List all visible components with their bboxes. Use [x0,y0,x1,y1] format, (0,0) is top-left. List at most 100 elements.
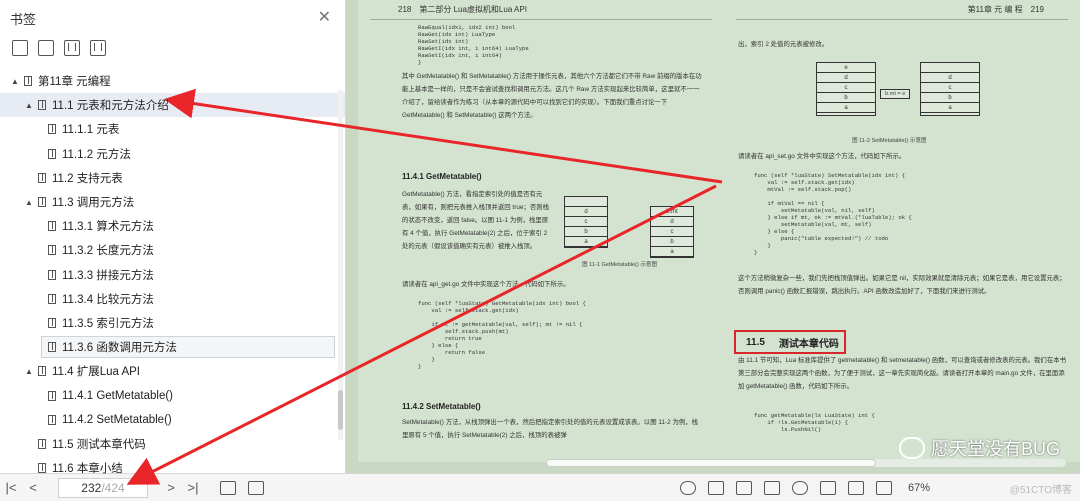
stack-cell: d [817,73,875,83]
toc-tree: ▲ 第11章 元编程 ▲ 11.1 元表和元方法介绍 11.1.1 元表 11.1.2 元… [0,69,345,480]
bookmark-icon [48,148,56,159]
stack-cell: b [817,93,875,103]
toc-item-label: 11.2 支持元表 [52,172,123,185]
toc-item[interactable]: 11.5 测试本章代码 [0,432,345,456]
section-heading: 11.4.2 SetMetatable() [402,402,481,411]
stack-cell [921,63,979,73]
first-page-icon[interactable]: |< [0,480,22,495]
toc-item[interactable]: 11.3.1 算术元方法 [0,214,345,238]
bookmark-icon[interactable] [90,40,106,56]
paragraph: 其中 GetMetatable() 和 SetMetatable() 方法用于操… [402,73,702,119]
stack-cell: a [817,103,875,113]
document-view[interactable]: 218 第二部分 Lua虚拟机和Lua API RawEqual(idx1, i… [346,0,1080,473]
current-page: 232 [81,480,102,495]
toc-item[interactable]: 11.3.6 函数调用元方法 [0,335,345,359]
sidebar-scrollbar[interactable] [338,90,343,440]
continuous-icon[interactable] [735,480,752,495]
bookmark-icon [48,293,56,304]
back-icon[interactable] [220,480,236,495]
forward-icon[interactable] [248,480,264,495]
section-heading-highlighted: 11.5 测试本章代码 [734,330,846,354]
bookmark-icon [24,76,32,87]
stack-cell: a [921,103,979,113]
paragraph: 这个方法稍微复杂一些，我们先把栈顶值弹出。如果它是 nil，实际效果就是清除元表… [738,275,1066,295]
toc-item[interactable]: 11.1.1 元表 [0,117,345,141]
toc-item[interactable]: ▲ 11.3 调用元方法 [0,190,345,214]
sidebar-header: 书签 ✕ [0,0,345,36]
toc-item[interactable]: 11.4.2 SetMetatable() [0,408,345,432]
bookmark-icon [48,269,56,280]
figure-stack-right: dcba [920,62,980,116]
scrollbar-thumb[interactable] [338,390,343,430]
bookmark-icon [48,221,56,232]
figure-label: b.mt = e [880,89,911,99]
scrollbar-thumb[interactable] [546,459,876,467]
page-header: 第11章 元 编 程 219 [736,0,1068,20]
stack-cell: b [651,237,693,247]
bookmark-icon [38,438,46,449]
paragraph: 请读者在 api_get.go 文件中实现这个方法，代码如下所示。 [402,281,570,288]
single-page-icon[interactable] [707,480,724,495]
toc-item-label: 11.3.5 索引元方法 [62,317,154,330]
stack-cell: a [565,237,607,247]
stack-cell: b [565,227,607,237]
toc-item-label: 11.1.2 元方法 [62,148,131,161]
expand-caret-icon[interactable]: ▲ [10,77,20,86]
toc-item-label: 11.3 调用元方法 [52,197,135,210]
section-number: 11.5 [746,336,765,348]
pdf-reader-app: 书签 ✕ ▲ 第11章 元编程 ▲ 11.1 元表和元方法介绍 11.1.1 元表 11.… [0,0,1080,501]
fit-page-icon[interactable] [819,480,836,495]
bookmark-icon [48,414,56,425]
figure-stack-left: dcba [564,196,608,248]
play-icon[interactable] [791,480,808,495]
paragraph: 请读者在 api_set.go 文件中实现这个方法，代码如下所示。 [738,153,906,160]
stack-cell: c [921,83,979,93]
collapse-all-icon[interactable] [38,40,54,56]
expand-caret-icon[interactable]: ▲ [24,101,34,110]
toc-item-label: 11.5 测试本章代码 [52,438,146,451]
stack-cell: c [565,217,607,227]
close-icon[interactable]: ✕ [318,10,331,26]
rotate-icon[interactable] [875,480,892,495]
expand-all-icon[interactable] [12,40,28,56]
toc-item-label: 11.4.2 SetMetatable() [62,413,172,426]
figure-caption: 图 11-2 SetMetatable() 示意图 [852,138,927,144]
toc-item[interactable]: 11.3.3 拼接元方法 [0,263,345,287]
double-page-icon[interactable] [763,480,780,495]
prev-page-icon[interactable]: < [22,480,44,495]
stack-cell: a [651,247,693,257]
expand-caret-icon[interactable]: ▲ [24,198,34,207]
code-block: func getMetatable(ls LuaState) int { if … [754,412,875,433]
toc-item-label: 11.6 本章小结 [52,463,123,476]
page-number: 218 [398,5,412,14]
eye-icon[interactable] [679,480,696,495]
toc-item[interactable]: 11.4.1 GetMetatable() [0,383,345,407]
expand-caret-icon[interactable]: ▲ [24,367,34,376]
toc-item-label: 11.1.1 元表 [62,124,120,137]
zoom-level[interactable]: 67% [908,482,930,494]
toc-item-label: 11.3.6 函数调用元方法 [62,342,177,355]
toc-item[interactable]: 11.1.2 元方法 [0,142,345,166]
toc-item[interactable]: ▲ 11.4 扩展Lua API [0,359,345,383]
last-page-icon[interactable]: >| [182,480,204,495]
toc-item[interactable]: ▲ 第11章 元编程 [0,69,345,93]
bookmark-icon [48,317,56,328]
code-block: func (self *luaState) SetMetatable(idx i… [754,172,912,256]
crop-icon[interactable] [847,480,864,495]
stack-cell: c [651,227,693,237]
next-page-icon[interactable]: > [160,480,182,495]
bookmark-icon [48,124,56,135]
toc-item-label: 11.4 扩展Lua API [52,366,141,379]
toc-item[interactable]: 11.2 支持元表 [0,166,345,190]
toc-item-label: 第11章 元编程 [38,76,111,89]
toc-item-label: 11.3.3 拼接元方法 [62,269,154,282]
toc-item[interactable]: ▲ 11.1 元表和元方法介绍 [0,93,345,118]
toc-item[interactable]: 11.3.4 比较元方法 [0,287,345,311]
toc-item[interactable]: 11.3.2 长度元方法 [0,238,345,262]
figure-stack-left: edcba [816,62,876,116]
paragraph: GetMetatable() 方法，看指定索引处的值是否有元表，如果有，则把元表… [402,191,549,250]
page-218: 218 第二部分 Lua虚拟机和Lua API RawEqual(idx1, i… [358,0,724,462]
page-number-input[interactable]: 232 /424 [58,477,148,498]
add-bookmark-icon[interactable] [64,40,80,56]
toc-item[interactable]: 11.3.5 索引元方法 [0,311,345,335]
